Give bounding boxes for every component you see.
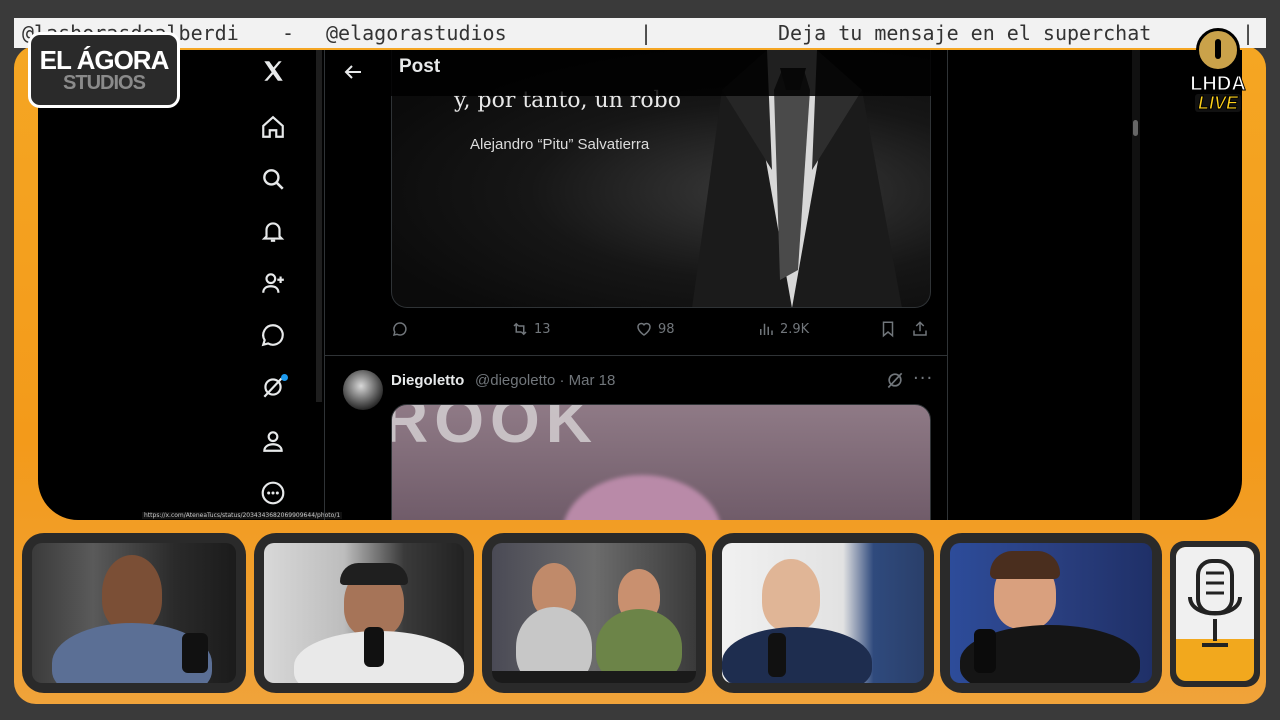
- reply-button[interactable]: [391, 320, 414, 338]
- bookmark-button[interactable]: [879, 320, 897, 338]
- shared-screen: https://x.com/AteneaTucs/status/20343436…: [38, 50, 1242, 520]
- post-header: Post: [325, 50, 947, 96]
- lhda-text: LHDA: [1190, 73, 1247, 95]
- share-button[interactable]: [911, 320, 929, 338]
- back-arrow-icon[interactable]: [341, 60, 365, 84]
- link-preview-tooltip: https://x.com/AteneaTucs/status/20343436…: [142, 512, 343, 519]
- heart-icon: [637, 322, 651, 336]
- reply-media-image[interactable]: ROOK: [391, 404, 931, 520]
- grok-icon[interactable]: [885, 370, 905, 390]
- camera-feed-3: [482, 533, 706, 693]
- bookmark-icon: [882, 321, 894, 338]
- microphone-logo-icon: [1196, 28, 1240, 72]
- views-button[interactable]: 2.9K: [757, 320, 809, 338]
- repost-icon: [513, 322, 527, 336]
- camera-feed-5: [940, 533, 1162, 693]
- ticker-separator: |: [640, 21, 653, 45]
- search-icon[interactable]: [258, 164, 288, 194]
- x-sidebar-nav: [258, 50, 302, 520]
- home-icon[interactable]: [258, 112, 288, 142]
- media-pink-shape: [562, 475, 722, 520]
- lhda-live-logo: LHDA LIVE: [1180, 24, 1256, 128]
- stream-overlay: @lashorasdealberdi - @elagorastudios | D…: [0, 0, 1280, 720]
- more-icon[interactable]: [258, 478, 288, 508]
- views-count: 2.9K: [780, 321, 810, 337]
- media-blurred-word: ROOK: [391, 404, 598, 456]
- grok-icon[interactable]: [258, 372, 288, 402]
- media-author-text: Alejandro “Pitu” Salvatierra: [470, 136, 650, 153]
- tweet-author-name[interactable]: Diegoletto: [391, 372, 464, 389]
- post-column: Post y, por tanto, un robo Alejandro “Pi…: [324, 50, 948, 520]
- live-text: LIVE: [1194, 94, 1241, 113]
- ticker-dash: -: [282, 21, 295, 45]
- logo-line-1: EL ÁGORA: [39, 45, 170, 75]
- ticker-message: Deja tu mensaje en el superchat: [778, 21, 1152, 45]
- like-count: 98: [658, 321, 675, 337]
- views-chart-icon: [760, 323, 773, 335]
- share-icon: [913, 321, 927, 336]
- reply-tweet[interactable]: Diegoletto @diegoletto · Mar 18 ··· ROOK: [325, 356, 947, 520]
- camera-feed-2: [254, 533, 474, 693]
- camera-feed-1: [22, 533, 246, 693]
- repost-button[interactable]: 13: [511, 320, 551, 338]
- sidebar-scrollbar[interactable]: [316, 50, 322, 402]
- avatar[interactable]: [343, 370, 383, 410]
- like-button[interactable]: 98: [635, 320, 675, 338]
- notification-dot: [281, 374, 288, 381]
- tweet-author-handle: @diegoletto · Mar 18: [475, 372, 616, 389]
- podcast-microphone-card: [1170, 541, 1260, 687]
- microphone-icon: [1188, 559, 1242, 647]
- camera-strip: [22, 533, 1262, 693]
- ticker-handle: @elagorastudios: [326, 21, 507, 45]
- notifications-bell-icon[interactable]: [258, 216, 288, 246]
- repost-count: 13: [534, 321, 551, 337]
- profile-icon[interactable]: [258, 426, 288, 456]
- more-options-icon[interactable]: ···: [913, 368, 933, 389]
- page-title: Post: [399, 56, 441, 77]
- el-agora-studios-logo: EL ÁGORA STUDIOS: [28, 32, 180, 108]
- logo-line-2: STUDIOS: [63, 72, 146, 94]
- follow-add-user-icon[interactable]: [258, 268, 288, 298]
- scrollbar-thumb[interactable]: [1133, 120, 1138, 136]
- news-ticker: @lashorasdealberdi - @elagorastudios | D…: [14, 18, 1266, 48]
- page-scrollbar[interactable]: [1132, 50, 1140, 520]
- post-actions-bar: 13 98 2.9K: [391, 320, 935, 344]
- reply-icon: [392, 322, 407, 337]
- messages-icon[interactable]: [258, 320, 288, 350]
- x-logo-icon[interactable]: [258, 56, 288, 86]
- camera-feed-4: [712, 533, 934, 693]
